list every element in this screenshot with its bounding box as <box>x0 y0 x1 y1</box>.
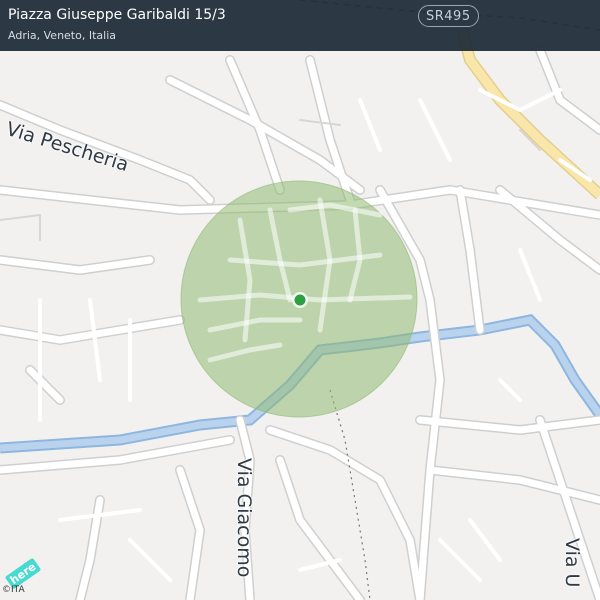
map-canvas[interactable] <box>0 0 600 600</box>
address-title: Piazza Giuseppe Garibaldi 15/3 <box>8 7 226 23</box>
location-header: Piazza Giuseppe Garibaldi 15/3 Adria, Ve… <box>0 0 600 51</box>
road-shield: SR495 <box>418 5 479 27</box>
street-label-right: Via U <box>561 538 583 588</box>
location-marker[interactable] <box>292 292 308 308</box>
address-subtitle: Adria, Veneto, Italia <box>8 29 116 42</box>
street-label-giacomo: Via Giacomo <box>233 458 255 578</box>
map-copyright: ©ITA <box>2 585 25 595</box>
